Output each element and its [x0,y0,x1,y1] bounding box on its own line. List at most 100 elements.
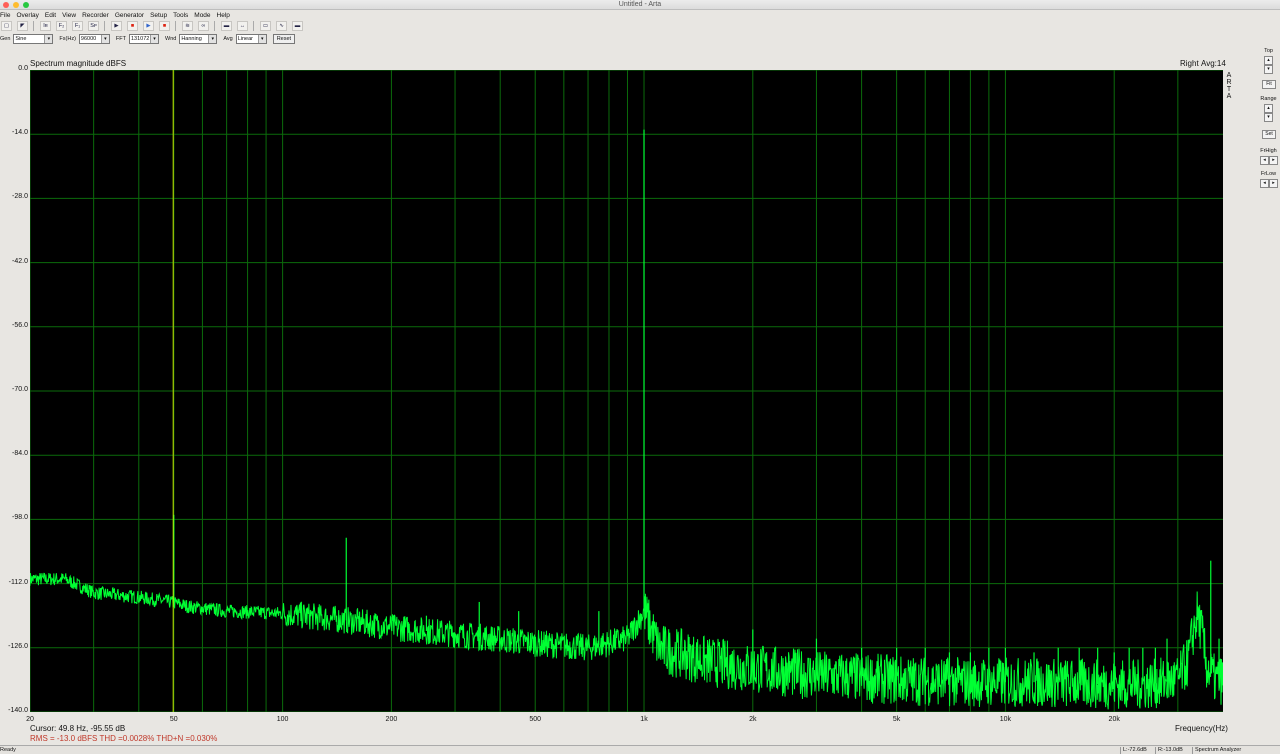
x-tick-label: 5k [892,716,901,723]
status-left-level: L:-72.6dB [1120,747,1147,754]
overlay-button[interactable]: ▭ [260,21,271,31]
channel-label: Right [1180,59,1199,68]
meter-button[interactable]: ▬ [292,21,303,31]
generator-select[interactable]: Sine ▾ [13,34,54,44]
top-up-button[interactable]: ▴ [1264,56,1273,65]
meter-icon: ▬ [294,23,301,29]
range-down-button[interactable]: ▾ [1264,113,1273,122]
compare-icon: ∞ [201,23,206,29]
rms-thd-readout: RMS = -13.0 dBFS THD =0.0028% THD+N =0.0… [30,734,218,743]
x-tick-label: 20k [1108,716,1120,723]
arta-letter: A [1226,72,1232,79]
window-label: Wnd [165,36,177,42]
frhigh-right-button[interactable]: ▸ [1269,156,1278,165]
reset-button[interactable]: Reset [272,34,296,44]
arta-letter: A [1226,93,1232,100]
arrow-up-icon: ▴ [1267,105,1270,111]
frhigh-left-button[interactable]: ◂ [1260,156,1269,165]
x-tick-label: 10k [999,716,1012,723]
set-button[interactable]: Set [1262,130,1276,139]
frlow-left-button[interactable]: ◂ [1260,179,1269,188]
play-icon: ▶ [114,23,119,29]
play-record-button[interactable]: ▶ [143,21,154,31]
y-tick-label: -56.0 [12,321,28,329]
window-title: Untitled - Arta [618,1,662,8]
compare-button[interactable]: ∞ [198,21,209,31]
arrow-down-icon: ▾ [1267,114,1270,120]
menu-generator[interactable]: Generator [115,11,144,20]
fr1-mode-button[interactable]: F₁ [72,21,83,31]
fs-label: Fs(Hz) [59,36,76,42]
menu-view[interactable]: View [62,11,76,20]
impulse-mode-button[interactable]: Iʀ [40,21,51,31]
gen-label: Gen [0,36,11,42]
impulse-mode-icon: Iʀ [43,23,48,29]
spectrum-noise-trace [30,572,1223,710]
open-button[interactable]: ◤ [17,21,28,31]
menu-edit[interactable]: Edit [45,11,56,20]
new-icon: ▢ [3,23,10,29]
chevron-down-icon: ▾ [208,35,217,43]
menu-tools[interactable]: Tools [173,11,188,20]
window-select[interactable]: Hanning ▾ [179,34,218,44]
frhigh-label: FrHigh [1260,148,1277,154]
grid-button[interactable]: ▬ [221,21,232,31]
top-down-button[interactable]: ▾ [1264,65,1273,74]
y-tick-label: 0.0 [18,65,28,72]
menu-setup[interactable]: Setup [150,11,167,20]
arrow-left-icon: ◂ [1263,180,1266,186]
fft-label: FFT [115,36,126,42]
menu-overlay[interactable]: Overlay [16,11,38,20]
averaging-select[interactable]: Linear ▾ [235,34,267,44]
range-up-button[interactable]: ▴ [1264,104,1273,113]
scope-icon: ∿ [279,23,284,29]
arrow-up-icon: ▴ [1267,57,1270,63]
spectrum-mode-button[interactable]: Sᴘ [88,21,99,31]
menu-file[interactable]: File [0,11,10,20]
chevron-down-icon: ▾ [257,35,266,43]
link-button[interactable]: ↔ [237,21,248,31]
toolbar-separator [214,21,216,31]
play-button[interactable]: ▶ [111,21,122,31]
link-icon: ↔ [239,23,246,29]
menu-mode[interactable]: Mode [194,11,210,20]
new-button[interactable]: ▢ [1,21,12,31]
y-tick-label: -42.0 [12,257,28,265]
toolbar-separator [175,21,177,31]
generator-button[interactable]: ≋ [182,21,193,31]
fft-size-select[interactable]: 131072 ▾ [129,34,159,44]
range-label: Range [1260,96,1277,102]
y-tick-label: -28.0 [12,193,28,201]
measurement-controls: Gen Sine ▾ Fs(Hz) 96000 ▾ FFT 131072 ▾ Wnd … [0,33,1280,45]
window-select-value: Hanning [181,36,202,42]
y-tick-label: -70.0 [12,386,28,393]
sample-rate-select[interactable]: 96000 ▾ [78,34,110,44]
menu-recorder[interactable]: Recorder [82,11,109,20]
y-tick-label: -14.0 [12,129,28,137]
average-count: Avg:14 [1201,59,1226,68]
plot-title: Spectrum magnitude dBFS [30,59,127,68]
x-tick-label: 1k [640,716,648,723]
record-button[interactable]: ■ [127,21,138,31]
spectrum-mode-icon: Sᴘ [90,23,97,29]
status-bar: Ready L:-72.6dB R:-13.0dB Spectrum Analy… [0,745,1280,754]
grid-icon: ▬ [223,23,230,29]
arta-letter: T [1226,86,1232,93]
scope-button[interactable]: ∿ [276,21,287,31]
record-icon: ■ [130,23,135,29]
menu-help[interactable]: Help [217,11,230,20]
chevron-down-icon: ▾ [44,35,53,43]
toolbar-separator [33,21,35,31]
menu-bar: File Overlay Edit View Recorder Generato… [0,11,1280,20]
y-tick-label: -126.0 [8,642,28,650]
x-tick-label: 100 [276,716,289,723]
stop-button[interactable]: ■ [159,21,170,31]
fr2-mode-button[interactable]: F₂ [56,21,67,31]
chevron-down-icon: ▾ [100,35,109,43]
spectrum-plot[interactable] [30,70,1223,712]
fit-button[interactable]: Fit [1262,80,1276,89]
fft-size-select-value: 131072 [131,36,150,42]
arta-vertical-label: A R T A [1226,72,1232,100]
frlow-right-button[interactable]: ▸ [1269,179,1278,188]
x-axis-title: Frequency(Hz) [1175,724,1228,733]
